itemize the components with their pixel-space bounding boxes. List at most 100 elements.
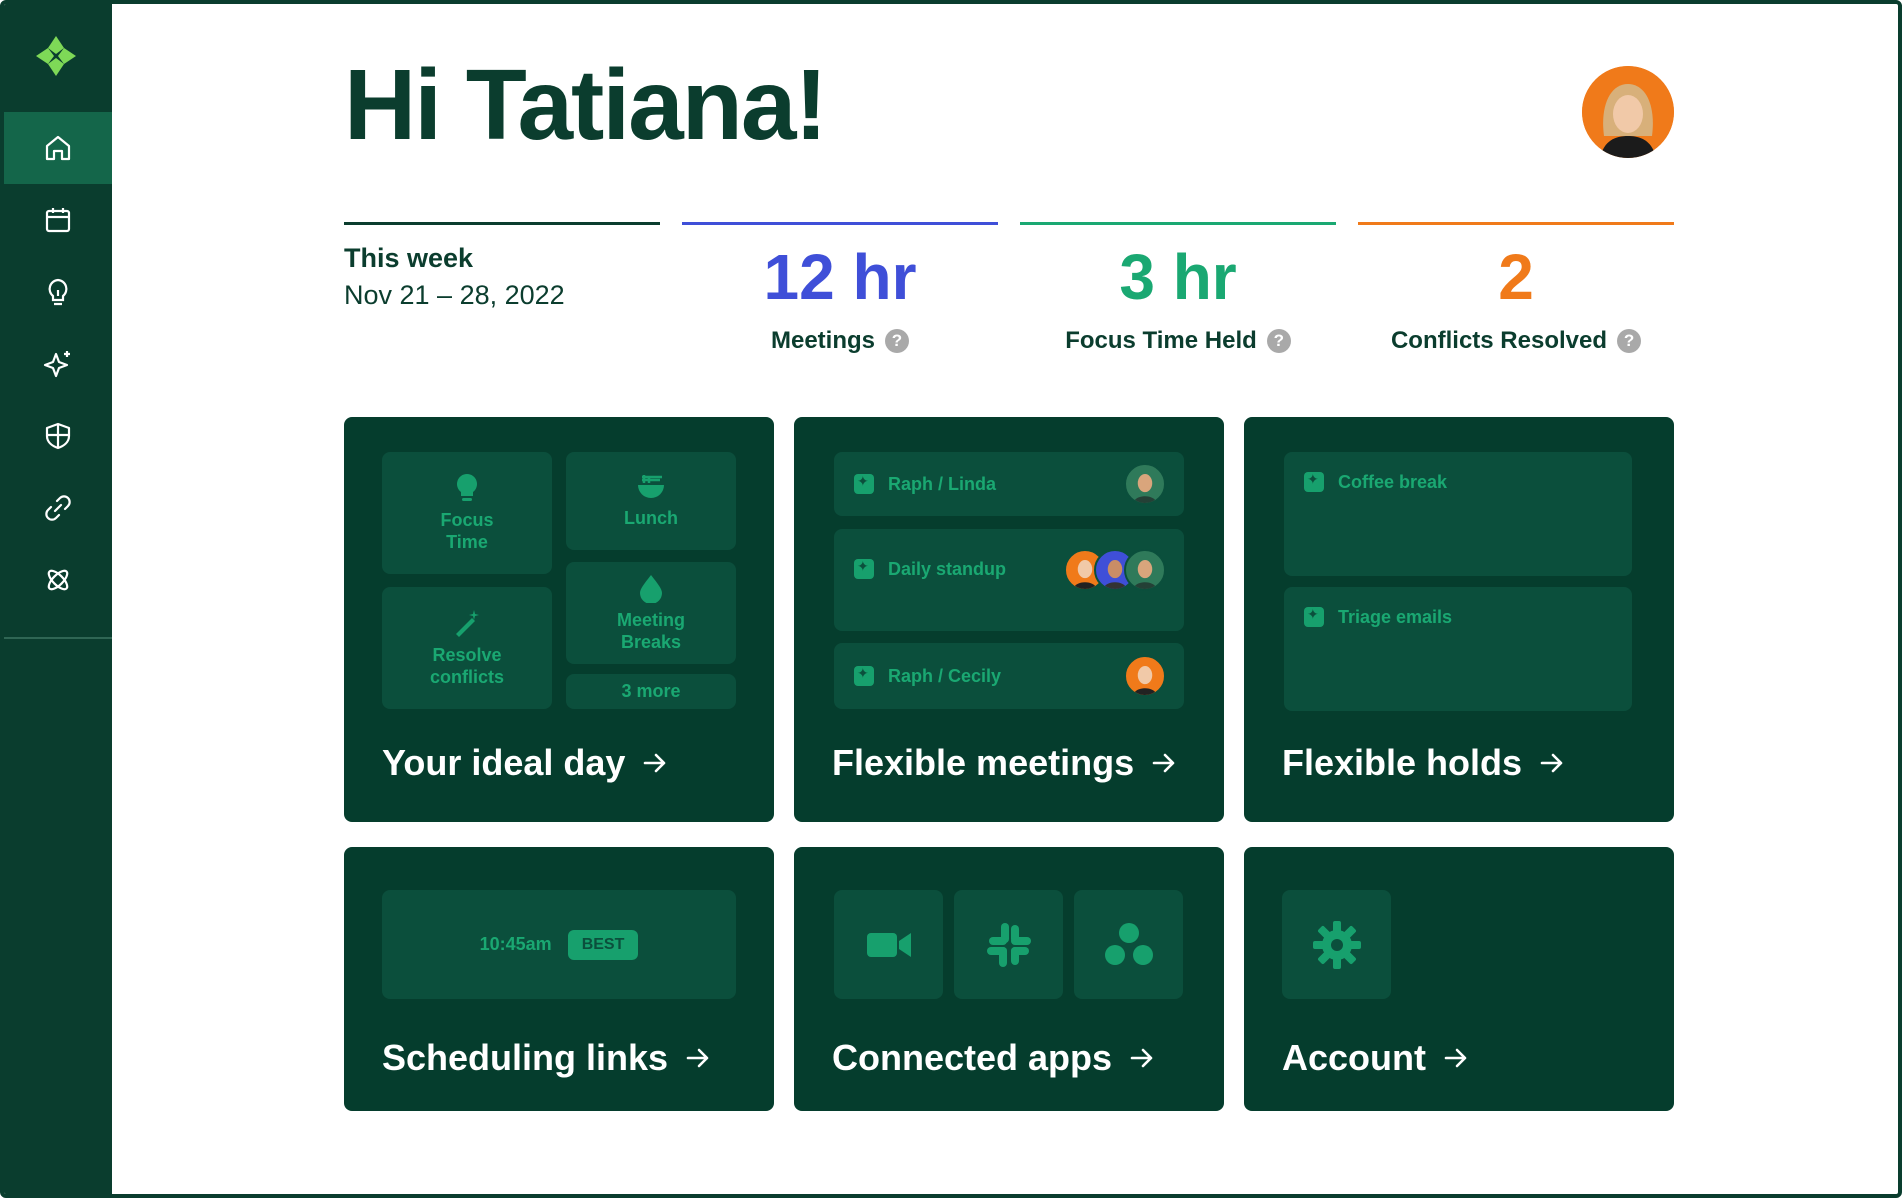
sidebar-item-ideas[interactable] [4,256,112,328]
app-tile-video [834,890,943,999]
stat-focus-time: 3 hr Focus Time Held ? [1020,222,1336,355]
arrow-right-icon [1540,753,1563,773]
event-daily-standup: Daily standup [834,529,1184,631]
hold-label: Triage emails [1338,607,1453,627]
sidebar-divider [4,637,112,639]
meetings-label-text: Meetings [770,327,875,354]
week-range: Nov 21 – 28, 2022 [344,280,565,310]
app-tile-slack [954,890,1063,999]
account-tile [1282,890,1391,999]
atom-icon [47,569,69,591]
help-icon[interactable]: ? [1266,329,1291,353]
arrow-right-icon [1130,1048,1153,1068]
arrow-right-icon [1152,753,1175,773]
scheduling-link-preview: 10:45am BEST [382,890,736,999]
conflicts-value: 2 [1498,241,1534,313]
avatar [1124,549,1166,591]
page-title: Hi Tatiana! [344,49,828,161]
magic-wand-icon [456,609,479,637]
lightbulb-icon [48,278,68,306]
focus-value: 3 hr [1119,241,1237,313]
best-badge: BEST [567,929,639,960]
tile-meeting-breaks: Meeting Breaks [566,562,736,664]
card-title: Flexible meetings [832,742,1178,784]
slack-icon [986,922,1031,967]
help-icon[interactable]: ? [885,329,909,353]
focus-label: Focus Time Held ? [1020,327,1336,355]
card-connected-apps[interactable]: Connected apps [794,847,1224,1111]
week-rule [344,222,660,225]
flex-event-icon [1304,606,1324,627]
slot-time: 10:45am [479,934,552,954]
video-icon [866,932,911,957]
flex-event-icon [854,473,874,494]
scheduling-links-title: Scheduling links [382,1037,669,1078]
user-avatar[interactable] [1582,66,1674,158]
account-title: Account [1282,1037,1426,1078]
card-ideal-day[interactable]: Focus Time Lunch Resolve conflicts Meeti… [344,417,774,822]
tile-more: 3 more [566,674,736,709]
tile-resolve-label: Resolve conflicts [429,644,504,688]
event-label: Daily standup [888,559,1007,579]
stat-meetings: 12 hr Meetings ? [682,222,998,355]
avatar [1124,463,1166,505]
arrow-right-icon [644,753,666,773]
event-label: Raph / Linda [888,473,996,494]
card-title: Account [1282,1037,1470,1079]
ideal-day-title: Your ideal day [382,742,626,783]
hold-triage-emails: Triage emails [1284,587,1632,711]
flexible-meetings-title: Flexible meetings [832,742,1135,783]
arrow-right-icon [1444,1048,1467,1068]
help-icon[interactable]: ? [1617,329,1642,353]
card-scheduling-links[interactable]: 10:45am BEST Scheduling links [344,847,774,1111]
event-raph-linda: Raph / Linda [834,452,1184,516]
shield-icon [45,422,71,450]
event-label: Raph / Cecily [888,665,1002,686]
week-title: This week [344,243,474,273]
week-summary: This week Nov 21 – 28, 2022 [344,222,660,311]
conflicts-label-text: Conflicts Resolved [1390,327,1608,354]
gear-icon [1312,920,1361,969]
card-flexible-holds[interactable]: Coffee break Triage emails Flexible hold… [1244,417,1674,822]
flex-event-icon [854,665,874,686]
tile-resolve-conflicts: Resolve conflicts [382,587,552,709]
tile-more-label: 3 more [621,681,681,702]
card-account[interactable]: Account [1244,847,1674,1111]
home-icon [45,135,71,161]
droplet-icon [640,574,662,603]
card-flexible-meetings[interactable]: Raph / Linda Daily standup Raph / Cecily [794,417,1224,822]
arrow-right-icon [686,1048,709,1068]
tile-focus-label: Focus Time [440,509,494,553]
link-icon [45,495,71,521]
meetings-label: Meetings ? [682,327,998,355]
flex-event-icon [854,558,874,579]
sidebar-item-links[interactable] [4,472,112,544]
sparkle-icon [43,351,70,378]
lightbulb-icon [457,473,477,501]
sidebar-item-home[interactable] [4,112,112,184]
conflicts-rule [1358,222,1674,225]
noodle-bowl-icon [638,474,664,498]
app-logo-icon[interactable] [34,34,78,78]
sidebar-item-security[interactable] [4,400,112,472]
sidebar-item-calendar[interactable] [4,184,112,256]
card-title: Scheduling links [382,1037,712,1079]
avatar [1124,655,1166,697]
flex-event-icon [1304,471,1324,492]
tile-lunch: Lunch [566,452,736,550]
tile-breaks-label: Meeting Breaks [616,609,685,653]
focus-rule [1020,222,1336,225]
sidebar-item-integrations[interactable] [4,544,112,616]
app-window: Hi Tatiana! This week Nov 21 – 28, 2022 … [0,0,1902,1198]
card-title: Connected apps [832,1037,1156,1079]
flexible-holds-title: Flexible holds [1282,742,1523,783]
focus-label-text: Focus Time Held [1065,327,1257,354]
hold-coffee-break: Coffee break [1284,452,1632,576]
tile-focus-time: Focus Time [382,452,552,574]
tile-lunch-label: Lunch [624,507,678,528]
sidebar [4,4,112,1194]
card-title: Flexible holds [1282,742,1566,784]
stat-conflicts: 2 Conflicts Resolved ? [1358,222,1674,355]
hold-label: Coffee break [1338,472,1448,492]
sidebar-item-ai[interactable] [4,328,112,400]
